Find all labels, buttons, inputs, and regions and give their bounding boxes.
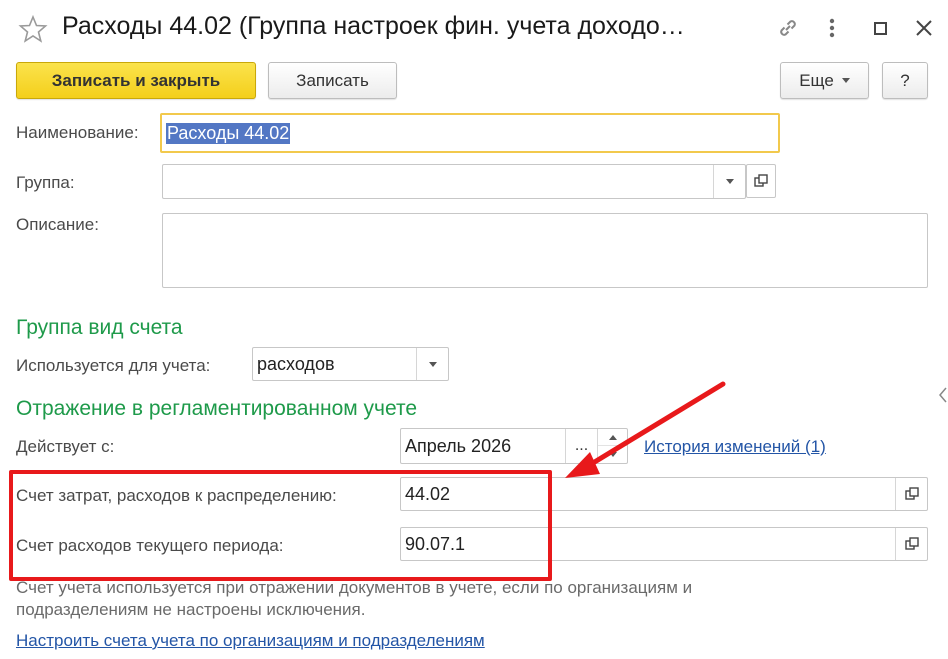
history-link[interactable]: История изменений (1)	[644, 437, 826, 457]
description-field[interactable]	[162, 213, 928, 288]
group-select[interactable]	[162, 164, 746, 199]
name-field[interactable]: Расходы 44.02	[160, 113, 780, 153]
used-for-label: Используется для учета:	[16, 356, 211, 375]
close-icon[interactable]	[910, 14, 938, 42]
group-label: Группа:	[16, 173, 75, 192]
description-label: Описание:	[16, 215, 99, 234]
used-for-dropdown-button[interactable]	[416, 348, 448, 380]
annotation-highlight-box	[9, 470, 552, 581]
spinner-down-icon[interactable]	[598, 446, 627, 463]
group-open-button[interactable]	[746, 164, 776, 198]
name-label: Наименование:	[16, 123, 139, 142]
effective-date-choose-button[interactable]: ...	[565, 429, 597, 463]
more-menu-button[interactable]: Еще	[780, 62, 869, 99]
help-button[interactable]: ?	[882, 62, 928, 99]
chevron-down-icon	[725, 179, 734, 184]
save-button[interactable]: Записать	[268, 62, 397, 99]
group-dropdown-button[interactable]	[713, 165, 745, 198]
open-window-icon	[904, 537, 919, 550]
save-and-close-button[interactable]: Записать и закрыть	[16, 62, 256, 99]
current-period-open-button[interactable]	[895, 528, 927, 560]
more-vertical-icon[interactable]	[818, 14, 846, 42]
used-for-value: расходов	[257, 353, 335, 374]
regulated-section-title: Отражение в регламентированном учете	[16, 397, 418, 420]
chevron-down-icon	[841, 78, 850, 83]
open-window-icon	[904, 487, 919, 500]
account-type-section-title: Группа вид счета	[16, 316, 183, 339]
effective-date-label: Действует с:	[16, 437, 115, 456]
more-label: Еще	[799, 70, 834, 90]
chevron-down-icon	[428, 361, 437, 367]
used-for-select[interactable]: расходов	[252, 347, 449, 381]
effective-date-value: Апрель 2026	[405, 435, 512, 456]
favorite-star-icon[interactable]	[18, 14, 48, 44]
spinner-up-icon[interactable]	[598, 429, 627, 446]
cost-account-open-button[interactable]	[895, 478, 927, 510]
link-icon[interactable]	[774, 14, 802, 42]
name-value: Расходы 44.02	[166, 122, 291, 144]
maximize-icon[interactable]	[866, 14, 894, 42]
account-note: Счет учета используется при отражении до…	[16, 578, 693, 619]
configure-accounts-link[interactable]: Настроить счета учета по организациям и …	[16, 631, 485, 651]
open-window-icon	[754, 174, 768, 187]
panel-collapse-icon[interactable]	[938, 386, 948, 409]
effective-date-spinner[interactable]	[597, 429, 627, 463]
window-title: Расходы 44.02 (Группа настроек фин. учет…	[62, 12, 685, 40]
effective-date-field[interactable]: Апрель 2026 ...	[400, 428, 628, 464]
